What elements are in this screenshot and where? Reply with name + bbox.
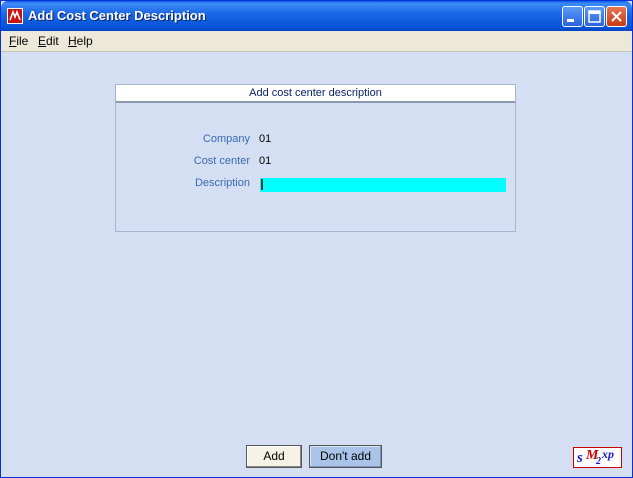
form-panel: Add cost center description Company 01 C…: [115, 84, 516, 232]
menu-help-mnemonic: H: [68, 34, 77, 48]
maximize-icon: [588, 10, 601, 23]
cost-center-value: 01: [259, 155, 272, 167]
menu-bar: File Edit Help: [1, 31, 632, 52]
menu-file[interactable]: File: [9, 34, 28, 48]
menu-file-label: ile: [16, 34, 29, 48]
minimize-button[interactable]: [562, 6, 583, 27]
company-label: Company: [202, 133, 250, 145]
text-cursor: [261, 179, 263, 190]
cost-center-label: Cost center: [193, 155, 250, 167]
sm2xp-logo: s M 2 xp: [573, 447, 622, 468]
window-title: Add Cost Center Description: [28, 8, 206, 23]
form-panel-header: Add cost center description: [116, 85, 515, 103]
menu-help-label: elp: [76, 34, 93, 48]
minimize-icon: [567, 19, 574, 22]
application-window: Add Cost Center Description File Edit He…: [0, 0, 633, 478]
description-input[interactable]: [260, 178, 506, 192]
menu-edit[interactable]: Edit: [38, 34, 59, 48]
menu-help[interactable]: Help: [68, 34, 93, 48]
dont-add-button[interactable]: Don't add: [309, 445, 382, 468]
menu-edit-label: dit: [46, 34, 59, 48]
close-icon: [611, 11, 622, 22]
title-bar[interactable]: Add Cost Center Description: [1, 1, 632, 31]
form-title: Add cost center description: [249, 87, 382, 99]
company-value: 01: [259, 133, 272, 145]
maximize-button[interactable]: [584, 6, 605, 27]
description-label: Description: [194, 177, 250, 189]
close-button[interactable]: [606, 6, 627, 27]
app-icon[interactable]: [7, 8, 23, 24]
add-button[interactable]: Add: [246, 445, 302, 468]
menu-edit-mnemonic: E: [38, 34, 47, 48]
